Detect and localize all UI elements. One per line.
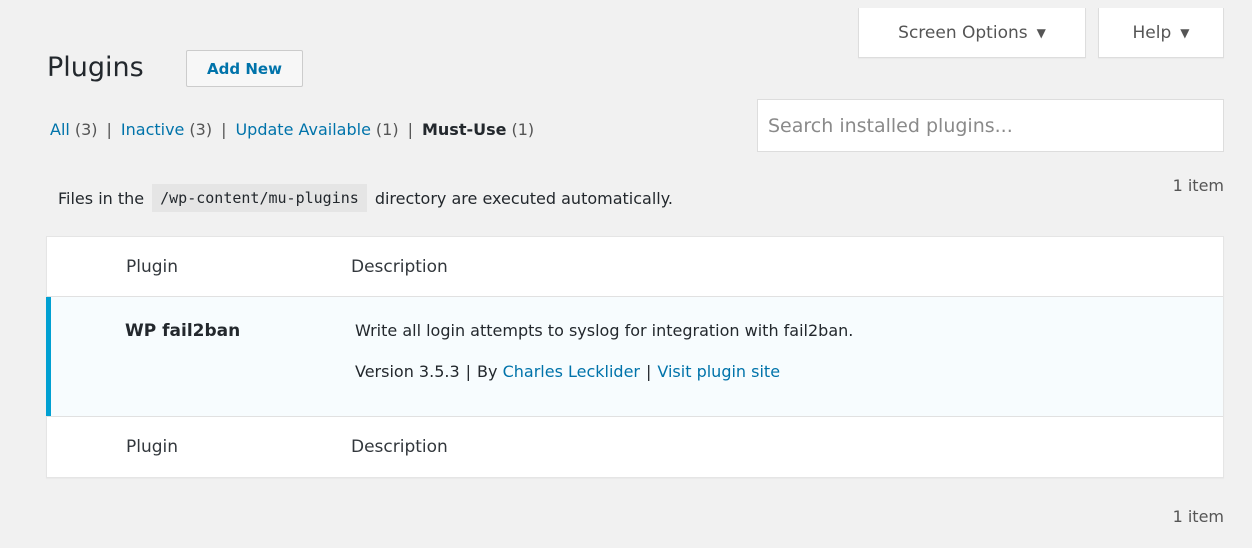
filter-inactive-count: (3) (189, 120, 213, 139)
by-label: By (477, 362, 498, 381)
filter-must-use-count: (1) (511, 120, 535, 139)
screen-options-label: Screen Options (898, 22, 1028, 43)
filter-must-use-current[interactable]: Must-Use (422, 120, 507, 139)
filter-update-available-count: (1) (375, 120, 399, 139)
plugin-version: Version 3.5.3 (355, 362, 460, 381)
caret-down-icon: ▼ (1180, 25, 1190, 40)
table-footer: Plugin Description (47, 416, 1223, 477)
items-count-bottom: 1 item (1172, 507, 1224, 526)
table-header: Plugin Description (47, 237, 1223, 297)
filter-inactive-link[interactable]: Inactive (121, 120, 185, 139)
filter-all-count: (3) (74, 120, 98, 139)
add-new-button[interactable]: Add New (186, 50, 303, 87)
plugin-status-filters: All (3) | Inactive (3) | Update Availabl… (50, 120, 534, 139)
plugin-author-link[interactable]: Charles Lecklider (503, 362, 640, 381)
screen-options-button[interactable]: Screen Options ▼ (858, 8, 1086, 58)
info-suffix: directory are executed automatically. (374, 188, 673, 208)
info-prefix: Files in the (58, 188, 145, 208)
filter-separator: | (407, 120, 413, 139)
filter-all-link[interactable]: All (50, 120, 70, 139)
filter-update-available-link[interactable]: Update Available (235, 120, 370, 139)
page-title: Plugins (47, 52, 144, 83)
help-label: Help (1132, 22, 1172, 43)
filter-separator: | (106, 120, 112, 139)
mu-plugins-info: Files in the /wp-content/mu-plugins dire… (58, 184, 673, 212)
search-plugins-input[interactable] (757, 99, 1224, 152)
column-header-plugin: Plugin (126, 256, 179, 277)
filter-separator: | (221, 120, 227, 139)
plugin-meta: Version 3.5.3 | By Charles Lecklider | V… (355, 362, 1223, 381)
plugins-table: Plugin Description WP fail2ban Write all… (46, 236, 1224, 478)
column-footer-plugin: Plugin (126, 437, 179, 457)
meta-separator: | (646, 362, 652, 381)
help-button[interactable]: Help ▼ (1098, 8, 1224, 58)
plugin-description-cell: Write all login attempts to syslog for i… (355, 297, 1223, 416)
items-count-top: 1 item (1172, 176, 1224, 195)
mu-plugins-path: /wp-content/mu-plugins (152, 184, 367, 212)
screen-meta-tabs: Screen Options ▼ Help ▼ (858, 8, 1224, 58)
plugin-description: Write all login attempts to syslog for i… (355, 321, 854, 340)
column-header-description: Description (351, 256, 448, 277)
table-row: WP fail2ban Write all login attempts to … (46, 297, 1223, 416)
meta-separator: | (465, 362, 472, 381)
caret-down-icon: ▼ (1036, 25, 1046, 40)
column-footer-description: Description (351, 437, 448, 457)
visit-plugin-site-link[interactable]: Visit plugin site (657, 362, 780, 381)
plugin-name: WP fail2ban (125, 321, 241, 341)
